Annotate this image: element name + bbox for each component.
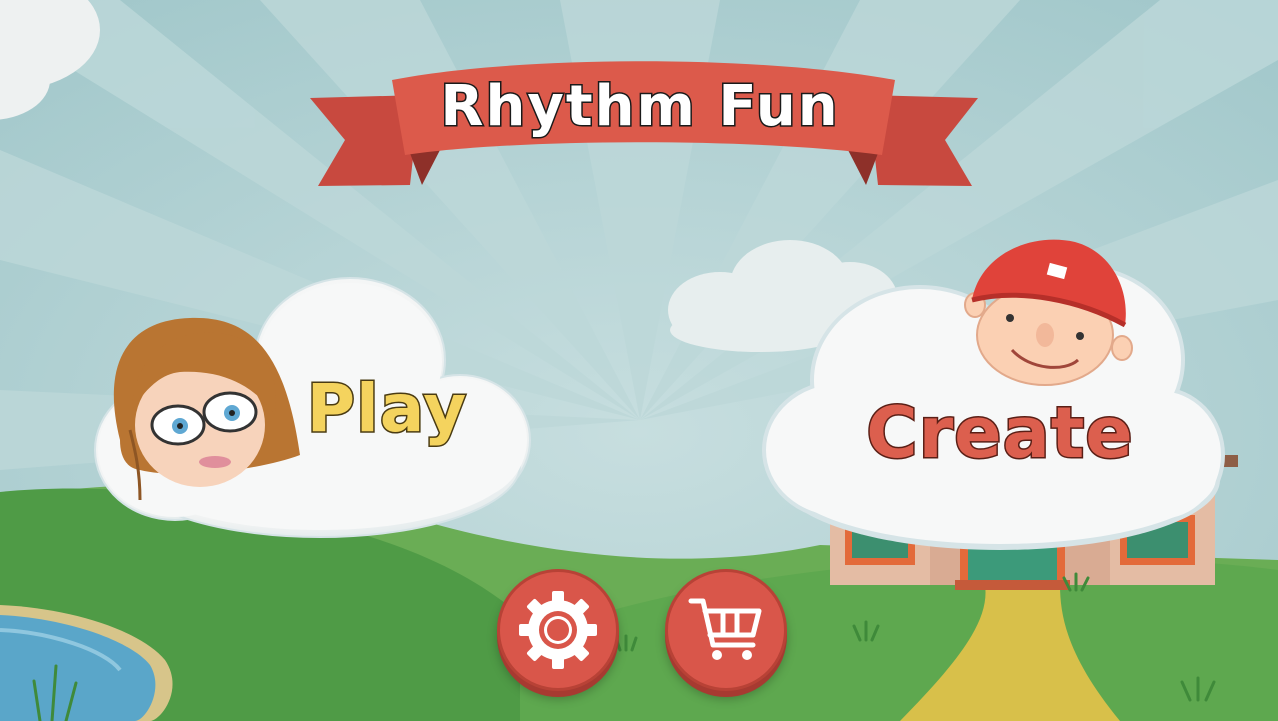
shopping-cart-icon — [688, 598, 762, 660]
settings-button[interactable] — [497, 569, 619, 691]
create-label[interactable]: Create — [830, 388, 1170, 478]
store-button[interactable] — [665, 569, 787, 691]
gear-icon — [519, 591, 597, 669]
play-label[interactable]: Play — [292, 368, 482, 448]
game-title: Rhythm Fun — [439, 72, 840, 140]
